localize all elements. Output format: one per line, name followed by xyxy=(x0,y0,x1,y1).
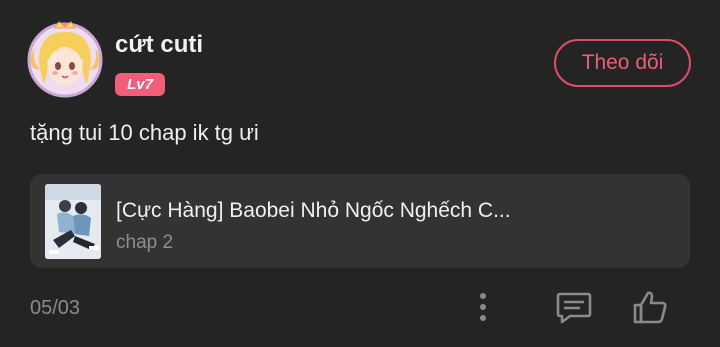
post-container: cứt cuti Lv7 Theo dõi tặng tui 10 chap i… xyxy=(0,0,720,347)
manga-title: [Cực Hàng] Baobei Nhỏ Ngốc Nghếch C... xyxy=(116,199,511,222)
post-text: tặng tui 10 chap ik tg ưi xyxy=(30,120,259,145)
princess-avatar-icon xyxy=(27,21,103,98)
post-date: 05/03 xyxy=(30,297,81,319)
more-vertical-icon xyxy=(480,293,486,321)
thumbs-up-icon xyxy=(633,291,667,324)
manga-cover-icon xyxy=(45,184,101,259)
comment-icon xyxy=(556,292,592,324)
user-avatar[interactable] xyxy=(25,18,105,98)
manga-thumbnail xyxy=(45,184,101,259)
more-options-button[interactable] xyxy=(466,288,500,328)
comment-button[interactable] xyxy=(554,288,594,328)
level-badge: Lv7 xyxy=(115,73,165,96)
like-button[interactable] xyxy=(630,288,670,328)
username[interactable]: cứt cuti xyxy=(115,30,203,60)
manga-chapter: chap 2 xyxy=(116,232,174,253)
manga-card[interactable]: [Cực Hàng] Baobei Nhỏ Ngốc Nghếch C... c… xyxy=(30,174,690,268)
follow-button[interactable]: Theo dõi xyxy=(554,39,691,87)
